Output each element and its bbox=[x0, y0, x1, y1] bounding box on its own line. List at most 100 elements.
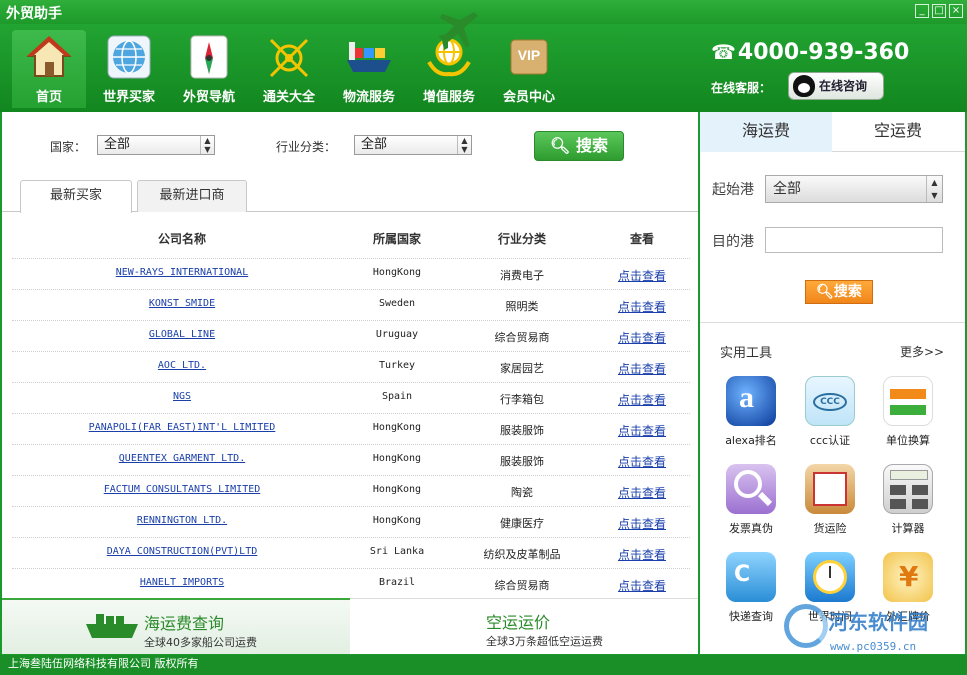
minimize-button[interactable]: _ bbox=[915, 4, 929, 18]
nav-item-world-buyers[interactable]: 世界买家 bbox=[92, 30, 166, 108]
company-link[interactable]: KONST SMIDE bbox=[12, 298, 352, 309]
nav-item-trade-guide[interactable]: 外贸导航 bbox=[172, 30, 246, 108]
company-link[interactable]: HANELT IMPORTS bbox=[12, 577, 352, 588]
nav-item-member[interactable]: VIP 会员中心 bbox=[492, 30, 566, 108]
tool-alexa[interactable]: a alexa排名 bbox=[716, 376, 786, 448]
country-cell: HongKong bbox=[372, 267, 422, 278]
country-cell: Sweden bbox=[378, 298, 416, 309]
sea-promo-subtitle: 全球40多家船公司运费 bbox=[144, 636, 257, 649]
customs-icon bbox=[269, 38, 309, 78]
divider bbox=[700, 322, 965, 323]
view-link[interactable]: 点击查看 bbox=[607, 577, 677, 594]
company-link[interactable]: RENNINGTON LTD. bbox=[12, 515, 352, 526]
company-link[interactable]: NGS bbox=[12, 391, 352, 402]
nav-label: 增值服务 bbox=[422, 90, 475, 105]
company-link[interactable]: DAYA CONSTRUCTION(PVT)LTD bbox=[12, 546, 352, 557]
industry-select[interactable]: 全部 ▲ ▼ bbox=[354, 135, 472, 155]
window-title: 外贸助手 bbox=[6, 6, 62, 22]
top-nav: 首页 世界买家 外贸导航 通关大全 物流服务 增值服务 VIP 会员中心 ☎40… bbox=[0, 24, 967, 112]
maximize-button[interactable]: □ bbox=[932, 4, 946, 18]
view-link[interactable]: 点击查看 bbox=[607, 329, 677, 346]
sea-freight-promo[interactable]: 海运费查询 全球40多家船公司运费 bbox=[2, 598, 350, 654]
status-bar: 上海叁陆伍网络科技有限公司 版权所有 bbox=[0, 655, 967, 675]
company-link[interactable]: GLOBAL LINE bbox=[12, 329, 352, 340]
company-link[interactable]: PANAPOLI(FAR EAST)INT'L LIMITED bbox=[12, 422, 352, 433]
table-row: GLOBAL LINE Uruguay 综合贸易商 点击查看 bbox=[12, 320, 690, 351]
category-cell: 健康医疗 bbox=[500, 517, 544, 530]
freight-search-label: 搜索 bbox=[833, 284, 862, 300]
tool-unit-convert[interactable]: 单位换算 bbox=[873, 376, 943, 448]
company-link[interactable]: AOC LTD. bbox=[12, 360, 352, 371]
sea-promo-title: 海运费查询 bbox=[144, 614, 225, 633]
search-button[interactable]: 🔍︎ 搜索 bbox=[534, 131, 624, 161]
view-link[interactable]: 点击查看 bbox=[607, 391, 677, 408]
table-row: QUEENTEX GARMENT LTD. HongKong 服装服饰 点击查看 bbox=[12, 444, 690, 475]
category-cell: 综合贸易商 bbox=[494, 331, 550, 344]
tool-cargo-insurance[interactable]: 货运险 bbox=[795, 464, 865, 536]
freight-search-button[interactable]: 🔍︎搜索 bbox=[805, 280, 873, 304]
spinner-arrows-icon: ▲ ▼ bbox=[926, 176, 942, 202]
tool-world-time[interactable]: 世界时间 bbox=[795, 552, 865, 624]
tool-label: 单位换算 bbox=[886, 434, 930, 447]
nav-item-logistics[interactable]: 物流服务 bbox=[332, 30, 406, 108]
tab-latest-buyers[interactable]: 最新买家 bbox=[20, 180, 132, 213]
tool-ccc[interactable]: CCC ccc认证 bbox=[795, 376, 865, 448]
industry-label: 行业分类： bbox=[276, 140, 337, 154]
country-select[interactable]: 全部 ▲ ▼ bbox=[97, 135, 215, 155]
table-row: KONST SMIDE Sweden 照明类 点击查看 bbox=[12, 289, 690, 320]
view-link[interactable]: 点击查看 bbox=[607, 298, 677, 315]
magnifier-icon bbox=[726, 464, 776, 514]
category-cell: 行李箱包 bbox=[500, 393, 544, 406]
search-icon: 🔍︎ bbox=[816, 284, 834, 300]
tool-exchange-rate[interactable]: ¥ 外汇牌价 bbox=[873, 552, 943, 624]
company-link[interactable]: NEW-RAYS INTERNATIONAL bbox=[12, 267, 352, 278]
col-company: 公司名称 bbox=[157, 232, 206, 246]
tab-air-freight[interactable]: 空运费 bbox=[832, 112, 964, 152]
table-row: AOC LTD. Turkey 家居园艺 点击查看 bbox=[12, 351, 690, 382]
tool-calculator[interactable]: 计算器 bbox=[873, 464, 943, 536]
phone-icon: ☎ bbox=[711, 40, 736, 64]
dest-port-input[interactable] bbox=[765, 227, 943, 253]
filter-bar: 国家： 全部 ▲ ▼ 行业分类： 全部 ▲ ▼ 🔍︎ 搜索 bbox=[2, 112, 698, 172]
airplane-icon bbox=[438, 12, 478, 50]
qq-penguin-icon bbox=[793, 75, 815, 97]
tab-latest-importers[interactable]: 最新进口商 bbox=[137, 180, 247, 212]
title-bar: 外贸助手 _ □ × bbox=[0, 0, 967, 24]
view-link[interactable]: 点击查看 bbox=[607, 515, 677, 532]
view-link[interactable]: 点击查看 bbox=[607, 360, 677, 377]
tool-invoice-verify[interactable]: 发票真伪 bbox=[716, 464, 786, 536]
view-link[interactable]: 点击查看 bbox=[607, 484, 677, 501]
view-link[interactable]: 点击查看 bbox=[607, 546, 677, 563]
country-cell: HongKong bbox=[372, 484, 422, 495]
origin-port-select[interactable]: 全部 ▲ ▼ bbox=[765, 175, 943, 203]
country-label: 国家： bbox=[50, 140, 87, 154]
tab-sea-freight[interactable]: 海运费 bbox=[700, 112, 832, 152]
cargo-ship-icon bbox=[86, 614, 138, 638]
nav-label: 世界买家 bbox=[102, 90, 155, 105]
air-freight-promo[interactable]: 空运运价 全球3万条超低空运运费 bbox=[350, 598, 698, 654]
company-link[interactable]: QUEENTEX GARMENT LTD. bbox=[12, 453, 352, 464]
hotline: ☎4000-939-360 bbox=[711, 40, 909, 65]
view-link[interactable]: 点击查看 bbox=[607, 267, 677, 284]
col-view: 查看 bbox=[629, 232, 654, 246]
buyer-tabs: 最新买家 最新进口商 bbox=[2, 180, 698, 213]
online-consult-button[interactable]: 在线咨询 bbox=[788, 72, 884, 100]
tool-label: 快递查询 bbox=[729, 610, 773, 623]
country-cell: Uruguay bbox=[375, 329, 419, 340]
nav-item-customs[interactable]: 通关大全 bbox=[252, 30, 326, 108]
tool-label: alexa排名 bbox=[725, 434, 777, 447]
nav-label: 会员中心 bbox=[502, 90, 555, 105]
view-link[interactable]: 点击查看 bbox=[607, 422, 677, 439]
country-cell: Turkey bbox=[378, 360, 416, 371]
view-link[interactable]: 点击查看 bbox=[607, 453, 677, 470]
country-cell: Brazil bbox=[378, 577, 416, 588]
freight-tabs: 海运费 空运费 bbox=[700, 112, 965, 152]
origin-port-value: 全部 bbox=[773, 181, 801, 197]
tool-express-tracking[interactable]: C 快递查询 bbox=[716, 552, 786, 624]
nav-item-home[interactable]: 首页 bbox=[12, 30, 86, 108]
close-button[interactable]: × bbox=[949, 4, 963, 18]
tools-more-link[interactable]: 更多>> bbox=[900, 343, 944, 360]
category-cell: 消费电子 bbox=[500, 269, 544, 282]
ship-icon bbox=[347, 42, 391, 72]
company-link[interactable]: FACTUM CONSULTANTS LIMITED bbox=[12, 484, 352, 495]
